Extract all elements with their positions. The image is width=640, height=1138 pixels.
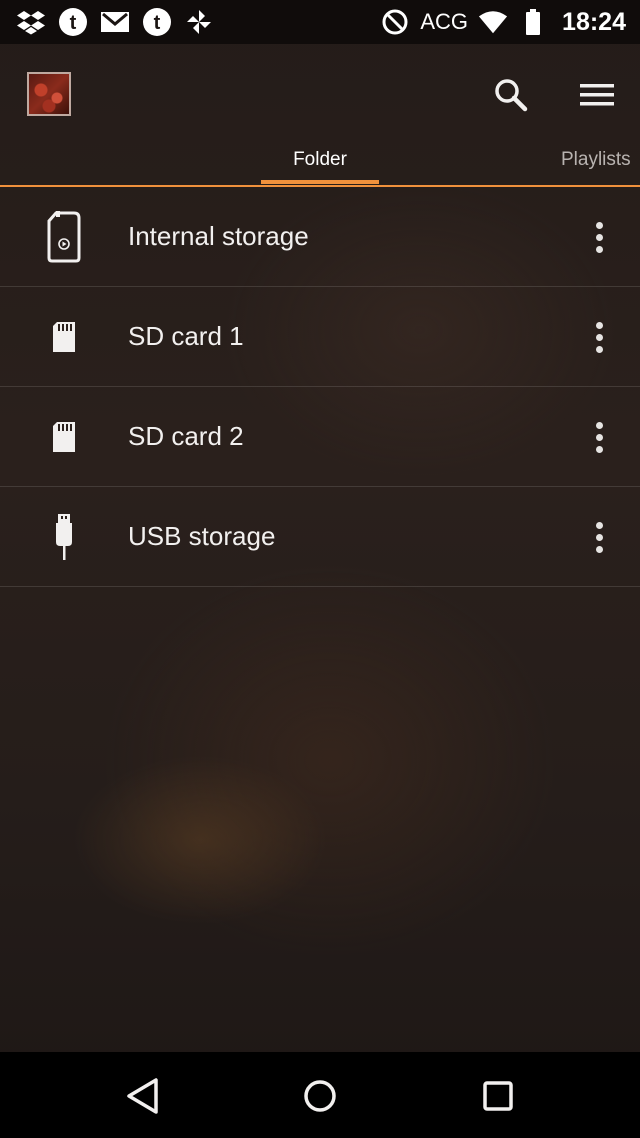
list-item-label: USB storage [128, 521, 276, 551]
storage-list: Internal storage SD card 1 SD card 2 USB… [0, 187, 640, 587]
list-item-label: Internal storage [128, 221, 309, 251]
usb-icon [38, 509, 90, 565]
clock: 18:24 [562, 7, 626, 36]
status-bar: t t ACG 18:24 [0, 0, 640, 44]
svg-text:t: t [70, 12, 77, 34]
more-vert-icon [595, 521, 603, 529]
list-item-sd-card-1[interactable]: SD card 1 [0, 287, 640, 387]
tab-folder[interactable]: Folder [261, 144, 379, 184]
more-vert-icon [595, 321, 603, 329]
more-vert-icon [595, 221, 603, 229]
home-icon [304, 1080, 336, 1112]
tumblr-icon: t [58, 7, 88, 37]
more-vert-icon [595, 421, 603, 429]
home-button[interactable] [298, 1074, 342, 1118]
overflow-menu-button[interactable] [582, 517, 616, 557]
search-button[interactable] [492, 76, 530, 114]
list-item-label: SD card 2 [128, 421, 244, 451]
svg-text:t: t [154, 12, 161, 34]
back-button[interactable] [120, 1074, 164, 1118]
album-art-thumbnail[interactable] [27, 72, 71, 116]
wifi-icon [478, 7, 508, 37]
list-item-internal-storage[interactable]: Internal storage [0, 187, 640, 287]
internal-storage-icon [38, 209, 90, 265]
overflow-menu-button[interactable] [582, 317, 616, 357]
recents-icon [483, 1081, 513, 1111]
tumblr-icon: t [142, 7, 172, 37]
pinwheel-icon [184, 7, 214, 37]
hamburger-menu-icon [580, 84, 614, 106]
do-not-disturb-icon [380, 7, 410, 37]
app-bar [0, 44, 640, 144]
navigation-bar [0, 1052, 640, 1138]
tab-playlists[interactable]: Playlists [561, 144, 640, 184]
menu-button[interactable] [578, 78, 616, 112]
tab-bar: Folder Playlists [0, 144, 640, 187]
list-item-label: SD card 1 [128, 321, 244, 351]
overflow-menu-button[interactable] [582, 417, 616, 457]
back-icon [127, 1078, 158, 1114]
system-status: ACG 18:24 [380, 7, 626, 37]
battery-icon [518, 7, 548, 37]
list-item-usb-storage[interactable]: USB storage [0, 487, 640, 587]
sd-card-icon [38, 309, 90, 365]
overflow-menu-button[interactable] [582, 217, 616, 257]
recents-button[interactable] [476, 1074, 520, 1118]
list-item-sd-card-2[interactable]: SD card 2 [0, 387, 640, 487]
gmail-icon [100, 7, 130, 37]
sd-card-icon [38, 409, 90, 465]
search-icon [495, 79, 528, 112]
notification-icons: t t [16, 7, 214, 37]
dropbox-icon [16, 7, 46, 37]
carrier-name: ACG [420, 9, 469, 34]
